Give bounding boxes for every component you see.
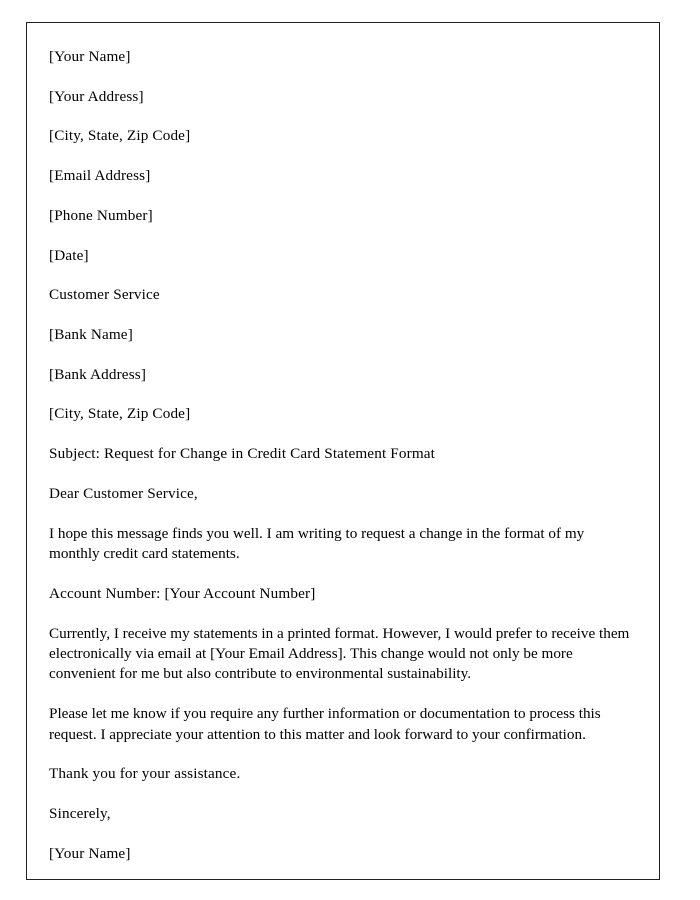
sender-email: [Email Address] xyxy=(49,167,151,185)
paragraph-request: Currently, I receive my statements in a … xyxy=(49,624,630,683)
account-number-line: Account Number: [Your Account Number] xyxy=(49,584,316,602)
letter-page: [Your Name] [Your Address] [City, State,… xyxy=(26,22,660,880)
recipient-city-state-zip: [City, State, Zip Code] xyxy=(49,405,191,423)
paragraph-followup: Please let me know if you require any fu… xyxy=(49,705,601,743)
sender-phone: [Phone Number] xyxy=(49,206,153,224)
letter-content: [Your Name] [Your Address] [City, State,… xyxy=(49,47,637,884)
letter-date: [Date] xyxy=(49,246,89,264)
closing-thanks: Thank you for your assistance. xyxy=(49,765,241,783)
subject-line: Subject: Request for Change in Credit Ca… xyxy=(49,445,436,463)
sender-address: [Your Address] xyxy=(49,87,144,105)
closing: Sincerely, xyxy=(49,805,111,823)
salutation: Dear Customer Service, xyxy=(49,484,198,502)
recipient-bank-name: [Bank Name] xyxy=(49,326,133,344)
sender-city-state-zip: [City, State, Zip Code] xyxy=(49,127,191,145)
sender-name: [Your Name] xyxy=(49,48,131,65)
recipient-department: Customer Service xyxy=(49,286,160,304)
paragraph-intro: I hope this message finds you well. I am… xyxy=(49,524,585,562)
recipient-bank-address: [Bank Address] xyxy=(49,365,147,383)
signature-name: [Your Name] xyxy=(49,844,131,862)
